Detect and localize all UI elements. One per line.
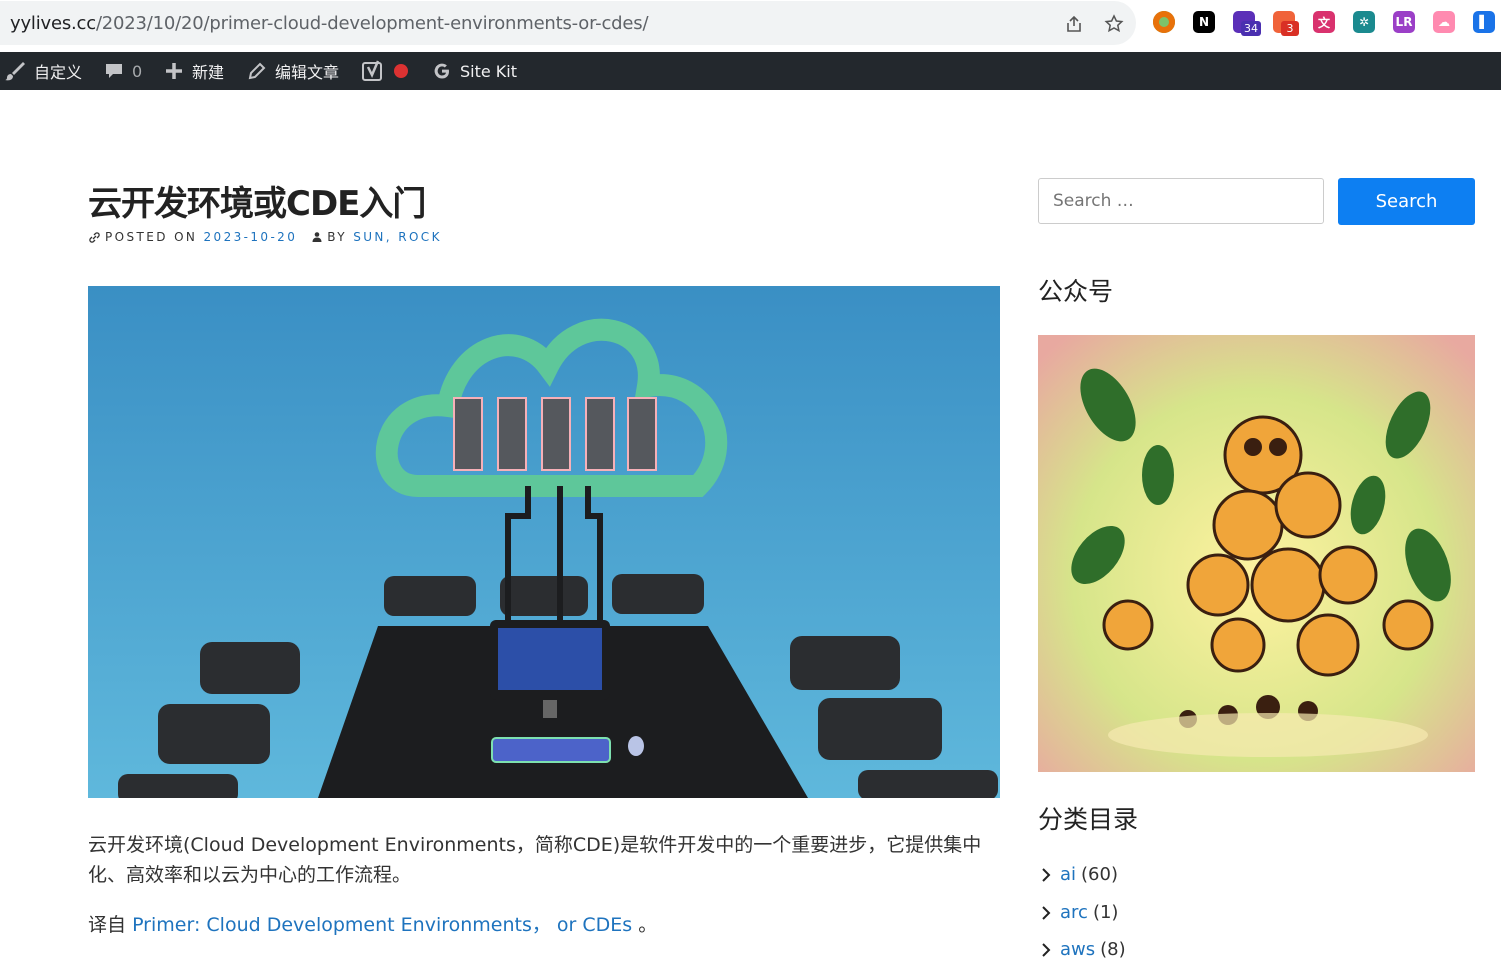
source-link[interactable]: Primer: Cloud Development Environments， … [132,914,632,936]
category-link[interactable]: arc [1060,902,1088,923]
address-bar[interactable]: yylives.cc/2023/10/20/primer-cloud-devel… [0,1,1136,45]
yoast-status-dot [394,64,408,78]
featured-image-cloud-dev [88,286,1000,798]
category-item: ai (60) [1040,864,1118,885]
edit-post-menu[interactable]: 编辑文章 [247,52,339,90]
pencil-icon [248,62,266,80]
comments-menu[interactable]: 0 [104,52,142,90]
sitekit-label: Site Kit [460,61,518,81]
sitekit-menu[interactable]: Site Kit [432,52,517,90]
search-input[interactable] [1038,178,1324,224]
plus-icon [166,63,182,79]
share-icon[interactable] [1063,13,1085,35]
by-label: BY [327,230,347,244]
category-count: (60) [1081,864,1118,885]
category-item: aws (8) [1040,939,1126,960]
browser-toolbar: yylives.cc/2023/10/20/primer-cloud-devel… [0,0,1501,49]
author-link[interactable]: SUN, ROCK [353,230,442,244]
paintbrush-icon [5,62,25,81]
circle-extension-icon[interactable] [1153,11,1175,33]
post-date-link[interactable]: 2023-10-20 [204,230,298,244]
new-label: 新建 [192,63,225,82]
yoast-icon [362,60,382,81]
wp-admin-bar: 自定义 0 新建 编辑文章 Site Kit [0,52,1501,90]
category-count: (1) [1092,902,1119,923]
extension-badge: 3 [1281,21,1299,36]
category-item: arc (1) [1040,902,1118,923]
category-link[interactable]: ai [1060,864,1076,885]
translate-extension-icon[interactable]: 文 [1313,11,1335,33]
bookmark-star-icon[interactable] [1103,13,1125,35]
intro-paragraph: 云开发环境(Cloud Development Environments，简称C… [88,834,982,886]
google-g-icon [434,63,449,79]
chevron-right-icon [1042,867,1051,882]
category-link[interactable]: aws [1060,939,1095,960]
category-count: (8) [1100,939,1126,960]
flag-extension-icon[interactable]: ▌ [1473,11,1495,33]
url-text[interactable]: yylives.cc/2023/10/20/primer-cloud-devel… [10,13,649,34]
grid-extension-icon[interactable]: ✲ [1353,11,1375,33]
comment-bubble-icon [106,64,122,78]
search-button[interactable]: Search [1338,178,1475,225]
posted-on-label: POSTED ON [105,230,198,244]
lr-extension-icon[interactable]: LR [1393,11,1415,33]
edit-post-label: 编辑文章 [275,63,340,82]
cloud-extension-icon[interactable]: ☁ [1433,11,1455,33]
post-title: 云开发环境或CDE入门 [88,184,426,224]
notion-extension-icon[interactable]: N [1193,11,1215,33]
customize-label: 自定义 [34,63,83,82]
author-icon [312,232,322,242]
link-icon [89,231,100,243]
chevron-right-icon [1042,942,1051,957]
yoast-menu[interactable] [362,52,408,90]
categories-widget-title: 分类目录 [1038,805,1139,834]
translated-suffix: 。 [638,914,658,936]
translation-source-paragraph: 译自 Primer: Cloud Development Environment… [88,910,1000,940]
new-content-menu[interactable]: 新建 [164,52,224,90]
comments-count: 0 [132,61,143,81]
translated-from-label: 译自 [88,914,127,936]
wechat-widget-title: 公众号 [1038,277,1114,306]
customize-menu[interactable]: 自定义 [4,52,82,90]
chevron-right-icon [1042,905,1051,920]
post-meta: POSTED ON 2023-10-20 BY SUN, ROCK [88,230,442,244]
extension-badge: 34 [1241,21,1261,36]
wechat-qr-artwork-image [1038,335,1475,772]
